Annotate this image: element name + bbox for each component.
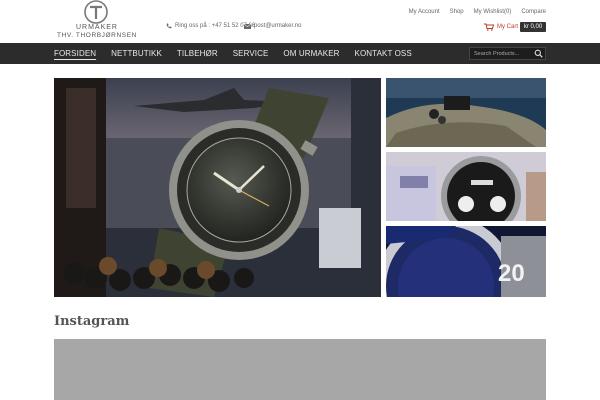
hero-watch-photo [54,78,381,297]
cart-total-badge[interactable]: kr 0,00 [520,22,546,32]
site-logo[interactable]: URMAKER THV. THORBJØRNSEN [56,0,138,42]
top-links: My Account Shop My Wishlist(0) Compare [409,9,546,15]
gallery-thumb-3[interactable]: 20 [386,226,546,297]
search-icon[interactable] [534,49,543,58]
nav-item-service[interactable]: SERVICE [233,43,284,64]
rock-watch-photo [386,78,546,147]
instagram-title: Instagram [54,314,130,329]
main-navbar: FORSIDEN NETTBUTIKK TILBEHØR SERVICE OM … [0,43,600,64]
nav-menu: FORSIDEN NETTBUTIKK TILBEHØR SERVICE OM … [54,43,427,64]
shop-link[interactable]: Shop [450,9,464,15]
logo-text-sub: THV. THORBJØRNSEN [57,32,137,39]
dive-watch-photo: 20 [386,226,546,297]
cart-icon [484,23,494,31]
search-input[interactable] [470,48,534,59]
svg-text:20: 20 [498,260,525,287]
email-text[interactable]: post@urmaker.no [254,23,301,29]
search-box [469,47,546,60]
nav-item-forsiden[interactable]: FORSIDEN [54,43,111,64]
cart-label[interactable]: My Cart [497,24,518,30]
hero-image[interactable] [54,78,381,297]
email-icon [244,23,251,29]
gallery-thumb-2[interactable] [386,152,546,221]
phone-icon [166,23,172,29]
contact-phone: Ring oss på : +47 51 52 07 66 [166,23,255,29]
instagram-feed[interactable] [54,339,546,400]
logo-mark-icon [84,0,108,24]
compare-link[interactable]: Compare [521,9,546,15]
cart-link[interactable]: My Cart [484,23,518,31]
gallery-thumb-1[interactable] [386,78,546,147]
my-account-link[interactable]: My Account [409,9,440,15]
nav-item-om-urmaker[interactable]: OM URMAKER [283,43,354,64]
nav-item-nettbutikk[interactable]: NETTBUTIKK [111,43,177,64]
wishlist-link[interactable]: My Wishlist(0) [474,9,512,15]
chronograph-photo [386,152,546,221]
nav-item-kontakt-oss[interactable]: KONTAKT OSS [355,43,427,64]
contact-email[interactable]: post@urmaker.no [244,23,301,29]
logo-text-main: URMAKER [75,24,118,31]
nav-item-tilbehor[interactable]: TILBEHØR [177,43,233,64]
